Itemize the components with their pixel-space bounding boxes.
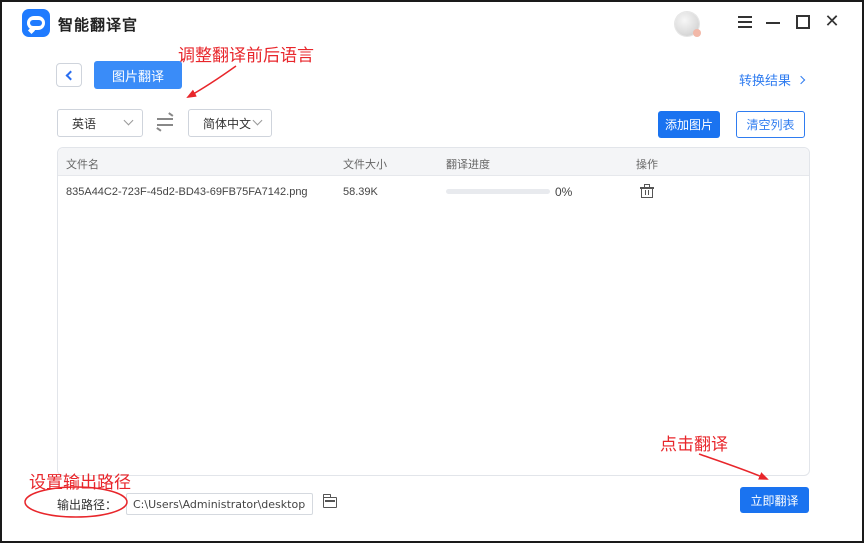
menu-icon[interactable]: [737, 14, 753, 30]
result-link-label: 转换结果: [739, 73, 792, 88]
column-header-size: 文件大小: [343, 159, 387, 171]
column-header-progress: 翻译进度: [446, 159, 490, 171]
clear-list-button[interactable]: 清空列表: [736, 111, 805, 138]
title-bar: 智能翻译官 ✕: [2, 2, 862, 42]
maximize-icon[interactable]: [795, 14, 811, 30]
table-header: 文件名 文件大小 翻译进度 操作: [58, 148, 809, 176]
annotation-translate-hint: 点击翻译: [660, 435, 728, 455]
back-icon: [65, 70, 76, 80]
close-icon[interactable]: ✕: [824, 13, 840, 31]
file-name: 835A44C2-723F-45d2-BD43-69FB75FA7142.png: [66, 186, 308, 198]
result-link[interactable]: 转换结果: [739, 70, 806, 89]
avatar[interactable]: [675, 12, 701, 37]
folder-icon[interactable]: [322, 494, 337, 508]
back-button[interactable]: [56, 63, 82, 87]
add-image-button[interactable]: 添加图片: [658, 111, 720, 138]
annotation-lang-hint: 调整翻译前后语言: [178, 46, 314, 66]
delete-icon[interactable]: [639, 184, 655, 199]
swap-icon[interactable]: [157, 114, 175, 130]
annotation-path-hint: 设置输出路径: [29, 473, 131, 493]
output-path-value: C:\Users\Administrator\desktop: [133, 497, 306, 511]
progress-text: 0%: [555, 185, 573, 199]
target-language-select[interactable]: 简体中文: [188, 109, 272, 137]
app-logo-icon: [22, 9, 50, 37]
chevron-right-icon: [796, 75, 806, 84]
app-window: 智能翻译官 ✕ 图片翻译 调整翻译前后语言 转换结果 英语 简体中文 添加图片 …: [0, 0, 864, 543]
column-header-filename: 文件名: [66, 159, 99, 171]
column-header-actions: 操作: [636, 159, 658, 171]
output-path-label: 输出路径：: [57, 498, 118, 512]
progress-bar: [446, 189, 550, 194]
file-size: 58.39K: [343, 186, 378, 198]
translate-button[interactable]: 立即翻译: [740, 487, 809, 513]
source-language-value: 英语: [72, 116, 97, 131]
source-language-select[interactable]: 英语: [57, 109, 143, 137]
chevron-down-icon: [252, 115, 263, 126]
table-row: 835A44C2-723F-45d2-BD43-69FB75FA7142.png…: [58, 177, 809, 207]
mode-tab-image-translate[interactable]: 图片翻译: [94, 61, 182, 89]
chevron-down-icon: [123, 115, 134, 126]
file-table: 文件名 文件大小 翻译进度 操作 835A44C2-723F-45d2-BD43…: [57, 147, 810, 476]
minimize-icon[interactable]: [765, 14, 781, 30]
app-title: 智能翻译官: [58, 16, 139, 34]
output-path-input[interactable]: C:\Users\Administrator\desktop: [126, 493, 313, 515]
target-language-value: 简体中文: [203, 116, 252, 131]
